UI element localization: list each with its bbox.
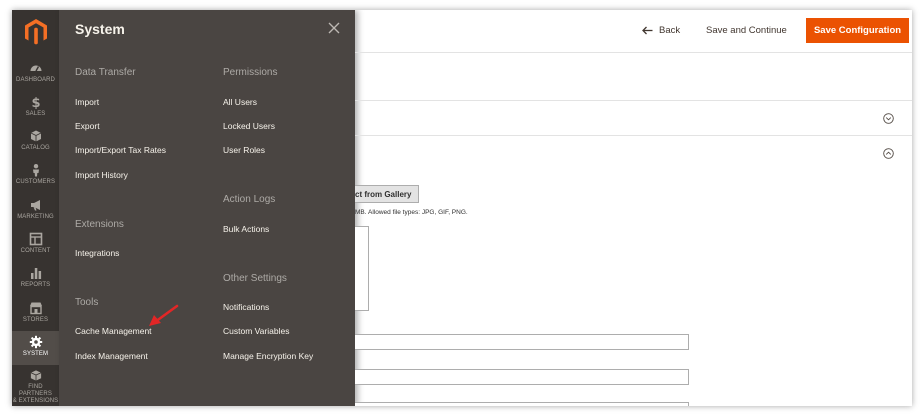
menu-item-integrations[interactable]: Integrations xyxy=(75,248,119,258)
flyout-title: System xyxy=(75,21,125,37)
toolbar-divider xyxy=(355,52,912,53)
system-flyout-menu: System Data Transfer Import Export Impor… xyxy=(59,10,355,406)
section-divider xyxy=(355,135,912,136)
annotation-arrow-icon xyxy=(149,304,179,326)
admin-window: DASHBOARD $ SALES CATALOG CUSTOMERS MARK… xyxy=(12,10,912,406)
sidebar-item-label-line2: & EXTENSIONS xyxy=(12,398,59,404)
image-preview-box xyxy=(355,226,369,311)
menu-item-bulk-actions[interactable]: Bulk Actions xyxy=(223,224,269,234)
dashboard-icon xyxy=(30,65,41,72)
menu-item-manage-encryption-key[interactable]: Manage Encryption Key xyxy=(223,351,313,361)
dollar-icon: $ xyxy=(31,96,40,109)
sidebar-item-label: FIND PARTNERS xyxy=(19,384,52,397)
close-icon[interactable] xyxy=(327,21,341,35)
config-text-field-3[interactable] xyxy=(355,402,689,406)
sidebar-item-label: SYSTEM xyxy=(22,351,49,357)
menu-item-export[interactable]: Export xyxy=(75,121,100,131)
svg-text:$: $ xyxy=(31,96,40,109)
sidebar-item-label: REPORTS xyxy=(20,282,51,288)
section-title-tools: Tools xyxy=(75,297,99,308)
menu-item-user-roles[interactable]: User Roles xyxy=(223,145,265,155)
menu-item-all-users[interactable]: All Users xyxy=(223,97,257,107)
menu-item-import-export-tax-rates[interactable]: Import/Export Tax Rates xyxy=(75,145,166,155)
select-from-gallery-button[interactable]: ct from Gallery xyxy=(355,185,419,203)
sidebar-item-marketing[interactable]: MARKETING xyxy=(12,194,59,228)
config-text-field-2[interactable] xyxy=(355,369,689,385)
expand-chevron-down-icon[interactable] xyxy=(883,113,894,124)
back-button-label: Back xyxy=(659,25,681,36)
collapse-chevron-up-icon[interactable] xyxy=(883,148,894,159)
sidebar-item-label: DASHBOARD xyxy=(16,77,55,83)
layout-icon xyxy=(29,232,42,246)
menu-item-import[interactable]: Import xyxy=(75,97,99,107)
gallery-button-label: ct from Gallery xyxy=(355,189,412,199)
section-title-extensions: Extensions xyxy=(75,219,124,230)
menu-item-import-history[interactable]: Import History xyxy=(75,170,128,180)
menu-item-cache-management[interactable]: Cache Management xyxy=(75,326,152,336)
box-icon xyxy=(30,370,41,381)
save-and-continue-button[interactable]: Save and Continue xyxy=(706,25,787,36)
megaphone-icon xyxy=(30,200,40,211)
sidebar-item-stores[interactable]: STORES xyxy=(12,297,59,331)
admin-sidebar: DASHBOARD $ SALES CATALOG CUSTOMERS MARK… xyxy=(12,10,59,406)
section-title-other-settings: Other Settings xyxy=(223,273,287,284)
cube-icon xyxy=(30,130,41,142)
sidebar-item-system[interactable]: SYSTEM xyxy=(12,331,59,365)
sidebar-item-find-partners[interactable]: FIND PARTNERS & EXTENSIONS xyxy=(12,365,59,405)
sidebar-item-label: SALES xyxy=(25,111,46,117)
sidebar-item-label: STORES xyxy=(22,317,49,323)
arrow-left-icon xyxy=(642,26,653,35)
sidebar-item-content[interactable]: CONTENT xyxy=(12,228,59,262)
config-text-field-1[interactable] xyxy=(355,334,689,350)
gear-icon xyxy=(29,335,42,349)
section-divider xyxy=(355,100,912,101)
menu-item-notifications[interactable]: Notifications xyxy=(223,302,269,312)
sidebar-item-label: CUSTOMERS xyxy=(15,179,56,185)
storefront-icon xyxy=(29,302,42,315)
bar-chart-icon xyxy=(30,268,41,279)
sidebar-item-customers[interactable]: CUSTOMERS xyxy=(12,159,59,193)
sidebar-item-reports[interactable]: REPORTS xyxy=(12,262,59,296)
menu-item-index-management[interactable]: Index Management xyxy=(75,351,148,361)
back-button[interactable]: Back xyxy=(642,25,680,36)
menu-item-locked-users[interactable]: Locked Users xyxy=(223,121,275,131)
section-title-data-transfer: Data Transfer xyxy=(75,67,136,78)
section-title-action-logs: Action Logs xyxy=(223,194,276,205)
sidebar-item-sales[interactable]: $ SALES xyxy=(12,91,59,125)
menu-item-custom-variables[interactable]: Custom Variables xyxy=(223,326,289,336)
sidebar-item-dashboard[interactable]: DASHBOARD xyxy=(12,57,59,91)
sidebar-item-label: MARKETING xyxy=(17,214,54,220)
save-configuration-button[interactable]: Save Configuration xyxy=(806,18,909,43)
person-icon xyxy=(32,164,39,177)
sidebar-item-label: CONTENT xyxy=(20,248,51,254)
section-title-permissions: Permissions xyxy=(223,67,278,78)
sidebar-item-label: CATALOG xyxy=(21,145,50,151)
sidebar-item-catalog[interactable]: CATALOG xyxy=(12,125,59,159)
allowed-file-types-note: MB. Allowed file types: JPG, GIF, PNG. xyxy=(355,209,468,216)
magento-logo-icon[interactable] xyxy=(23,18,49,46)
